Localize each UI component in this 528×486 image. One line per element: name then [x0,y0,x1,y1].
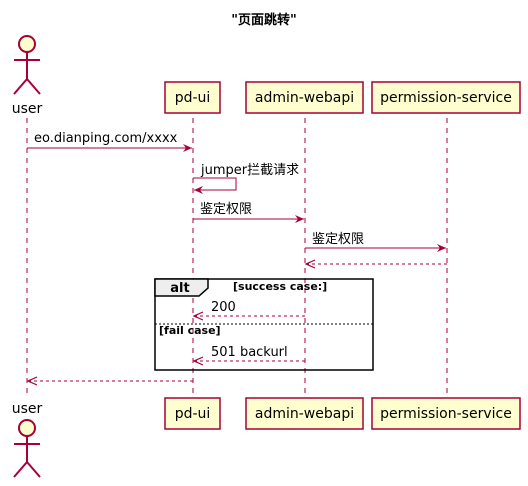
actor-leg-left [13,461,28,478]
message-label: eo.dianping.com/xxxx [34,131,178,146]
actor-label-user-top: user [12,101,43,117]
message-label: jumper拦截请求 [200,163,299,178]
fragment-operator: alt [170,281,189,296]
sequence-diagram: "页面跳转" user pd-ui admin-webapi permissio… [12,12,521,478]
participant-label-pd-ui-bottom: pd-ui [175,406,211,422]
fragment-guard-success: [success case:] [233,280,327,293]
actor-leg-right [26,78,41,95]
actor-label-user-bottom: user [12,401,43,417]
actor-user-top: user [12,35,43,117]
participant-permission-service-top: permission-service [371,81,521,114]
diagram-title: "页面跳转" [231,12,297,28]
message-label: 200 [211,300,236,315]
message-label: 501 backurl [211,345,288,360]
message-6-return: 200 [194,300,305,316]
message-7-return: 501 backurl [194,345,305,361]
fragment-guard-fail: [fail case] [159,324,221,337]
message-2-self: jumper拦截请求 [193,163,299,194]
participant-label-pd-ui-top: pd-ui [175,90,211,106]
participant-admin-webapi-bottom: admin-webapi [245,397,364,430]
participant-label-permission-service-top: permission-service [380,90,512,106]
message-label: 鉴定权限 [312,231,364,247]
message-arrow [193,177,237,194]
message-3: 鉴定权限 [193,201,304,223]
actor-leg-left [13,78,28,95]
actor-user-bottom: user [12,401,43,478]
participant-label-admin-webapi-top: admin-webapi [255,90,354,106]
actor-head [18,35,36,53]
participant-pd-ui-bottom: pd-ui [164,397,221,430]
participant-admin-webapi-top: admin-webapi [245,81,364,114]
message-1: eo.dianping.com/xxxx [27,131,192,152]
actor-head [18,419,36,437]
participant-label-admin-webapi-bottom: admin-webapi [255,406,354,422]
message-label: 鉴定权限 [200,201,252,217]
participant-label-permission-service-bottom: permission-service [380,406,512,422]
actor-leg-right [26,461,41,478]
participant-pd-ui-top: pd-ui [164,81,221,114]
message-4: 鉴定权限 [305,231,446,252]
participant-permission-service-bottom: permission-service [371,397,521,430]
